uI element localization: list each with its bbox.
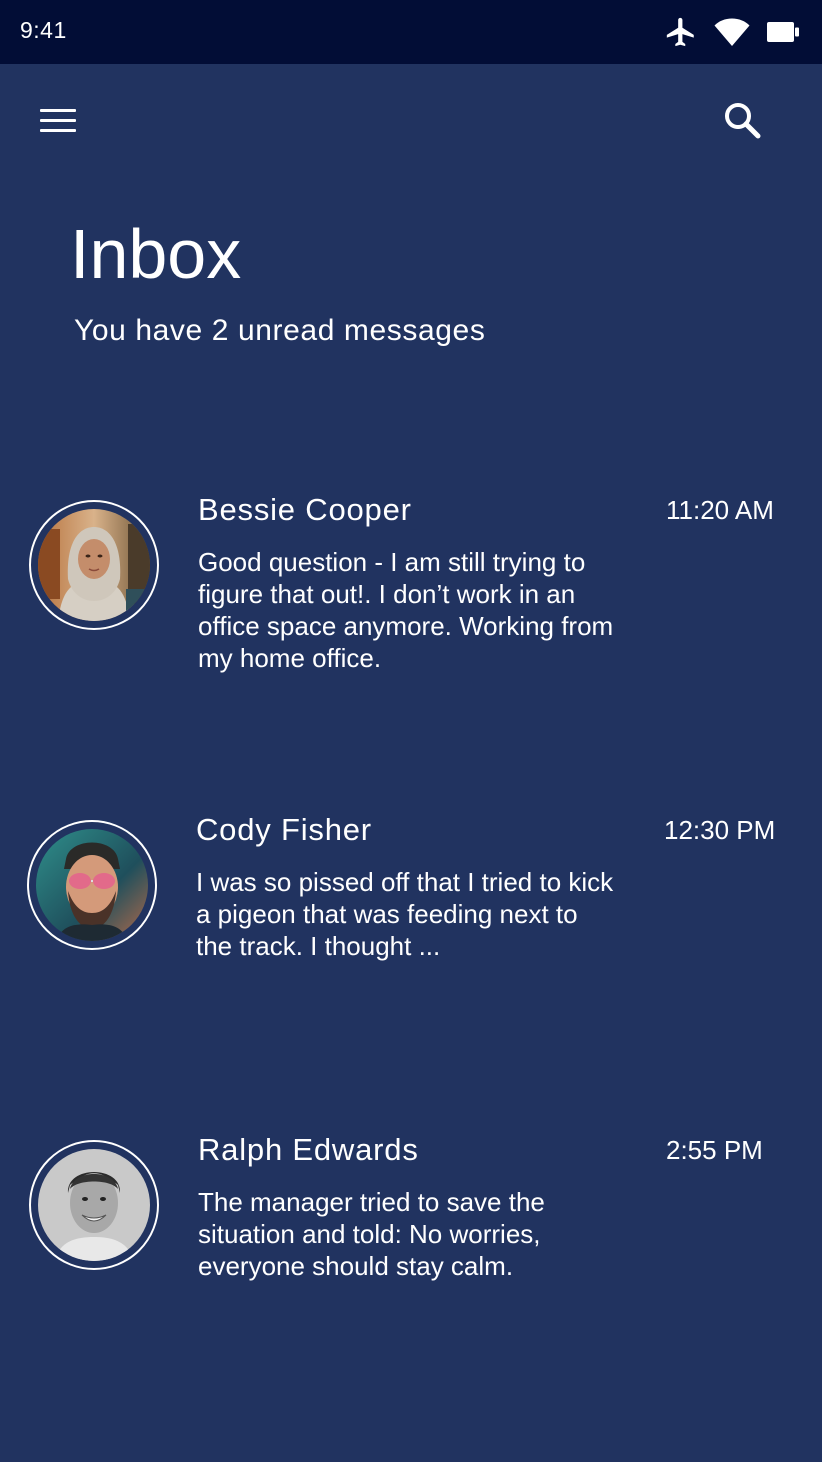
status-icons [664,14,800,50]
airplane-icon [664,15,698,49]
sender-name: Cody Fisher [196,812,372,847]
wifi-icon [714,17,750,47]
message-item-ralph-edwards[interactable]: Ralph Edwards The manager tried to save … [0,1130,822,1370]
search-icon[interactable] [722,100,762,140]
message-preview: The manager tried to save the situation … [198,1187,545,1281]
avatar[interactable] [29,1140,159,1270]
battery-icon [766,21,800,43]
sender-name: Ralph Edwards [198,1132,419,1167]
message-item-bessie-cooper[interactable]: Bessie Cooper Good question - I am still… [0,490,822,730]
message-time: 2:55 PM [666,1135,763,1165]
sender-name: Bessie Cooper [198,492,412,527]
status-time: 9:41 [20,17,67,43]
unread-count-subtitle: You have 2 unread messages [74,314,486,347]
page-title: Inbox [70,215,242,293]
message-preview: Good question - I am still trying to fig… [198,547,614,673]
avatar[interactable] [27,820,157,950]
hamburger-menu-icon[interactable] [40,106,76,134]
status-bar: 9:41 [0,0,822,64]
message-time: 12:30 PM [664,815,776,845]
avatar[interactable] [29,500,159,630]
message-time: 11:20 AM [666,495,774,525]
message-preview: I was so pissed off that I tried to kick… [196,867,614,961]
message-item-cody-fisher[interactable]: Cody Fisher I was so pissed off that I t… [0,810,822,1050]
